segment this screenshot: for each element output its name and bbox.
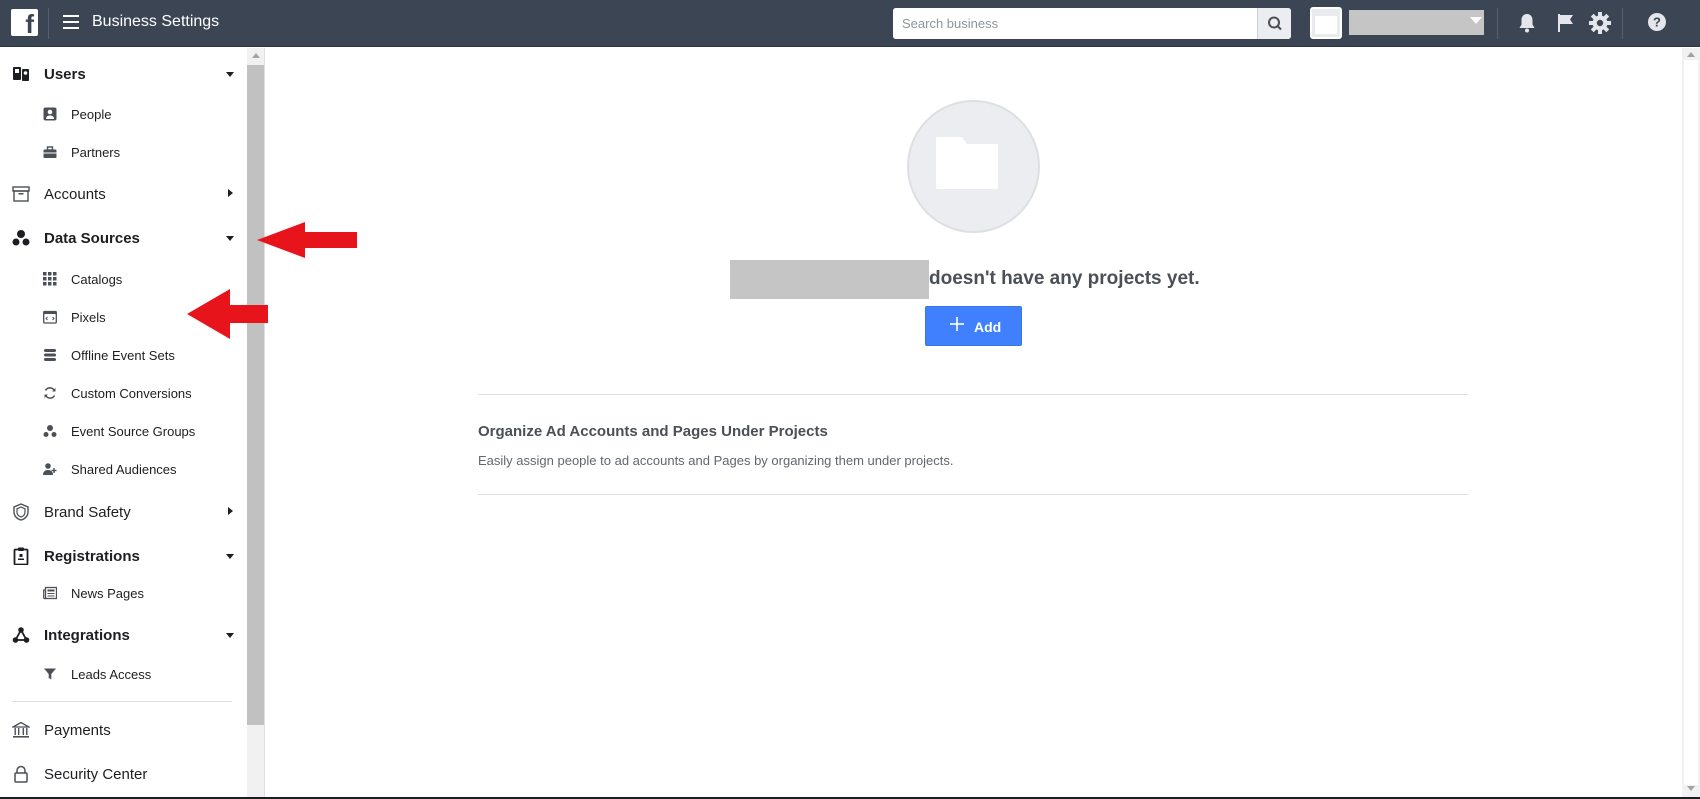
sidebar-section-data-sources[interactable]: Data Sources (0, 220, 245, 256)
sidebar-item-label: Catalogs (71, 272, 123, 287)
scroll-up-arrow-icon[interactable] (252, 53, 260, 58)
stack-icon (44, 349, 56, 361)
divider (1622, 8, 1623, 39)
sidebar-item-news-pages[interactable]: News Pages (0, 578, 245, 608)
sidebar-section-label: Payments (44, 722, 111, 739)
divider (478, 394, 1468, 395)
sidebar-item-partners[interactable]: Partners (0, 137, 245, 167)
person-icon (43, 107, 57, 121)
newspaper-icon (43, 586, 57, 600)
chevron-down-icon (226, 633, 234, 638)
chevron-right-icon (228, 189, 233, 197)
sidebar-item-label: Custom Conversions (71, 386, 192, 401)
business-name-redacted[interactable] (1349, 10, 1484, 35)
sidebar-item-label: Offline Event Sets (71, 348, 175, 363)
shield-icon (13, 503, 29, 521)
svg-text:?: ? (1653, 15, 1661, 30)
business-name-redacted (730, 260, 929, 299)
info-title: Organize Ad Accounts and Pages Under Pro… (478, 423, 828, 440)
add-button-label: Add (974, 319, 1002, 335)
bank-icon (12, 721, 30, 738)
data-sources-icon (12, 230, 30, 246)
sidebar-item-label: Shared Audiences (71, 462, 177, 477)
app-title: Business Settings (92, 13, 220, 30)
event-group-icon (43, 425, 57, 437)
search-button[interactable] (1257, 8, 1291, 39)
sidebar-section-label: Integrations (44, 627, 130, 644)
sidebar-item-label: News Pages (71, 586, 144, 601)
sidebar-section-label: Security Center (44, 766, 148, 783)
accounts-icon (12, 186, 30, 202)
divider (1497, 8, 1498, 39)
filter-icon (44, 668, 56, 680)
business-switcher-caret-icon[interactable] (1470, 17, 1482, 24)
integrations-icon (12, 627, 30, 643)
info-subtitle: Easily assign people to ad accounts and … (478, 453, 954, 468)
annotation-arrow-icon (257, 222, 357, 258)
sidebar-section-users[interactable]: Users (0, 56, 245, 92)
sidebar-section-label: Brand Safety (44, 504, 131, 521)
chevron-down-icon (226, 554, 234, 559)
sidebar-item-label: Leads Access (71, 667, 152, 682)
sidebar-item-people[interactable]: People (0, 99, 245, 129)
bell-icon[interactable] (1515, 11, 1539, 35)
empty-state-illustration (907, 100, 1040, 233)
sidebar-scrollbar-thumb[interactable] (247, 65, 264, 725)
users-icon (13, 67, 29, 81)
plus-icon (950, 317, 964, 331)
refresh-icon (44, 387, 56, 399)
sidebar-section-label: Registrations (44, 548, 140, 565)
flag-icon[interactable] (1554, 11, 1578, 35)
sidebar-section-registrations[interactable]: Registrations (0, 538, 245, 574)
search-icon (1268, 16, 1282, 31)
grid-icon (43, 272, 57, 286)
sidebar-section-security-center[interactable]: Security Center (0, 756, 245, 792)
annotation-arrow-icon (187, 289, 268, 339)
menu-icon[interactable] (63, 15, 79, 29)
divider (48, 8, 49, 39)
pixel-icon (43, 310, 57, 324)
chevron-down-icon (226, 72, 234, 77)
sidebar-item-shared-audiences[interactable]: Shared Audiences (0, 454, 245, 484)
chevron-down-icon (226, 236, 234, 241)
sidebar-item-label: Pixels (71, 310, 106, 325)
briefcase-icon (43, 146, 57, 158)
add-button[interactable]: Add (925, 306, 1022, 346)
clipboard-icon (13, 547, 29, 565)
lock-icon (14, 765, 28, 783)
sidebar-section-brand-safety[interactable]: Brand Safety (0, 494, 245, 530)
sidebar-section-label: Data Sources (44, 230, 140, 247)
sidebar: Users People Partners Accounts Data Sour… (0, 48, 265, 799)
sidebar-section-payments[interactable]: Payments (0, 712, 245, 748)
sidebar-section-accounts[interactable]: Accounts (0, 176, 245, 212)
search-box (893, 8, 1291, 39)
sidebar-item-label: People (71, 107, 112, 122)
main-scrollbar-thumb[interactable] (1684, 60, 1698, 785)
chevron-right-icon (228, 507, 233, 515)
divider (478, 494, 1468, 495)
sidebar-item-event-source-groups[interactable]: Event Source Groups (0, 416, 245, 446)
gear-icon[interactable] (1588, 11, 1612, 35)
scroll-down-arrow-icon[interactable] (1687, 786, 1695, 791)
sidebar-item-custom-conversions[interactable]: Custom Conversions (0, 378, 245, 408)
folder-icon (936, 137, 998, 189)
top-bar: f Business Settings Search business ? (0, 0, 1700, 47)
sidebar-item-label: Event Source Groups (71, 424, 196, 439)
empty-state-message: doesn't have any projects yet. (929, 268, 1200, 289)
scroll-up-arrow-icon[interactable] (1687, 52, 1695, 57)
audience-icon (43, 463, 57, 475)
sidebar-section-integrations[interactable]: Integrations (0, 617, 245, 653)
facebook-logo[interactable]: f (11, 9, 38, 36)
search-input[interactable] (893, 8, 1257, 39)
sidebar-item-offline-event-sets[interactable]: Offline Event Sets (0, 340, 245, 370)
sidebar-divider (12, 701, 232, 702)
help-icon[interactable]: ? (1647, 12, 1667, 32)
sidebar-item-label: Partners (71, 145, 121, 160)
sidebar-section-label: Users (44, 66, 86, 83)
sidebar-item-leads-access[interactable]: Leads Access (0, 659, 245, 689)
business-avatar[interactable] (1310, 7, 1342, 39)
sidebar-section-label: Accounts (44, 186, 106, 203)
